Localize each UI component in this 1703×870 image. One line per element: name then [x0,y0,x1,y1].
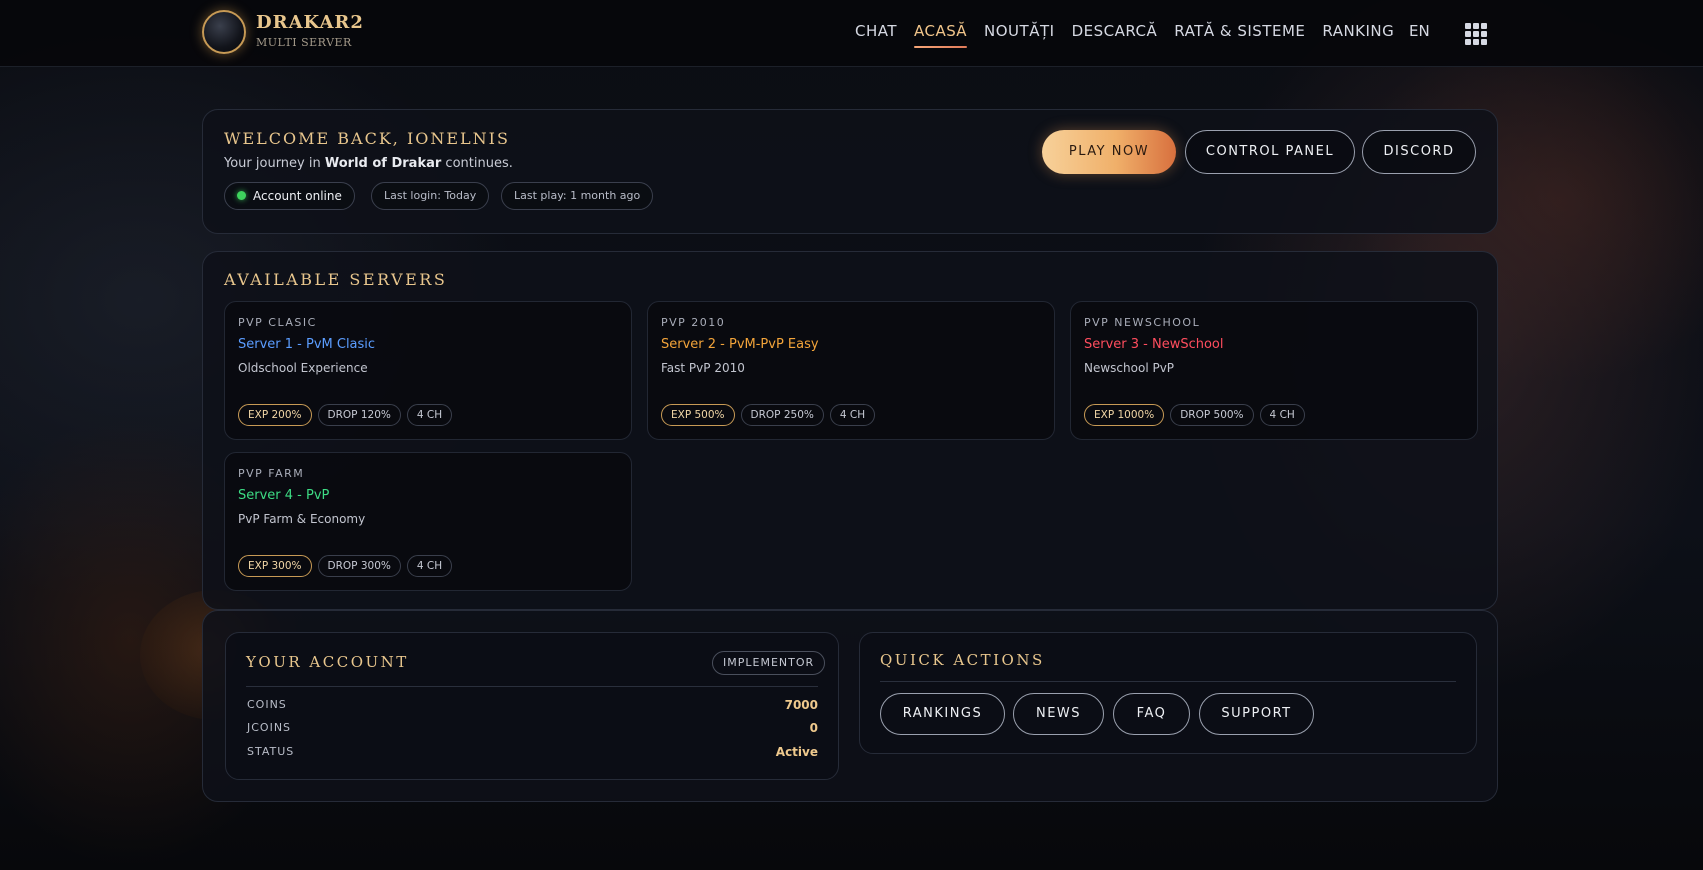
server-name[interactable]: Server 1 - PvM Clasic [238,337,375,352]
discord-button[interactable]: DISCORD [1362,130,1476,174]
quick-actions-title: QUICK ACTIONS [880,651,1045,669]
account-status-chip: Account online [224,182,355,210]
exp-tag: EXP 200% [238,404,312,426]
support-button[interactable]: SUPPORT [1199,693,1314,735]
last-login-chip: Last login: Today [371,182,490,210]
last-play-chip: Last play: 1 month ago [501,182,654,210]
drop-tag: DROP 300% [317,555,401,577]
server-tags: EXP 200% DROP 120% 4 CH [238,404,458,426]
welcome-panel: WELCOME BACK, IONELNIS Your journey in W… [202,109,1498,234]
quick-actions-card: QUICK ACTIONS RANKINGS NEWS FAQ SUPPORT [859,632,1477,754]
server-card[interactable]: PVP FARM Server 4 - PvP PvP Farm & Econo… [224,452,632,591]
server-name[interactable]: Server 2 - PvM-PvP Easy [661,337,819,352]
nav-item-ranking[interactable]: RANKING [1322,22,1394,48]
channels-tag: 4 CH [1259,404,1305,426]
play-now-button[interactable]: PLAY NOW [1042,130,1176,174]
server-card[interactable]: PVP NEWSCHOOL Server 3 - NewSchool Newsc… [1070,301,1478,440]
status-label: STATUS [247,745,295,758]
account-title: YOUR ACCOUNT [246,653,409,671]
control-panel-button[interactable]: CONTROL PANEL [1185,130,1355,174]
server-tags: EXP 1000% DROP 500% 4 CH [1084,404,1311,426]
exp-tag: EXP 300% [238,555,312,577]
role-badge: IMPLEMENTOR [712,651,826,675]
server-tags: EXP 500% DROP 250% 4 CH [661,404,881,426]
brand-title[interactable]: DRAKAR2 [256,12,364,33]
main-nav: CHAT ACASĂ NOUTĂȚI DESCARCĂ RATĂ & SISTE… [855,22,1411,48]
server-type: PVP FARM [238,467,305,480]
server-desc: PvP Farm & Economy [238,512,366,526]
welcome-text-after: continues. [441,156,513,171]
channels-tag: 4 CH [829,404,876,426]
drop-tag: DROP 250% [740,404,824,426]
top-header: DRAKAR2 MULTI SERVER CHAT ACASĂ NOUTĂȚI … [0,0,1703,67]
welcome-text-before: Your journey in [224,156,325,171]
server-card[interactable]: PVP 2010 Server 2 - PvM-PvP Easy Fast Pv… [647,301,1055,440]
server-tags: EXP 300% DROP 300% 4 CH [238,555,458,577]
rankings-button[interactable]: RANKINGS [880,693,1005,735]
exp-tag: EXP 1000% [1084,404,1165,426]
drop-tag: DROP 120% [317,404,401,426]
nav-item-rates-systems[interactable]: RATĂ & SISTEME [1174,22,1305,48]
jcoins-value: 0 [809,721,818,735]
server-type: PVP NEWSCHOOL [1084,316,1201,329]
server-card[interactable]: PVP CLASIC Server 1 - PvM Clasic Oldscho… [224,301,632,440]
news-button[interactable]: NEWS [1013,693,1104,735]
nav-item-news[interactable]: NOUTĂȚI [984,22,1055,48]
server-name[interactable]: Server 4 - PvP [238,488,329,503]
server-name[interactable]: Server 3 - NewSchool [1084,337,1224,352]
servers-panel: AVAILABLE SERVERS PVP CLASIC Server 1 - … [202,251,1498,610]
channels-tag: 4 CH [406,404,453,426]
coins-value: 7000 [784,698,818,712]
server-desc: Oldschool Experience [238,361,368,375]
online-dot-icon [237,191,246,200]
server-desc: Newschool PvP [1084,361,1175,375]
welcome-text: Your journey in World of Drakar continue… [224,156,513,171]
brand-subtitle: MULTI SERVER [256,36,352,49]
bottom-panel: YOUR ACCOUNT IMPLEMENTOR COINS 7000 JCOI… [202,610,1498,802]
servers-title: AVAILABLE SERVERS [224,270,448,289]
nav-item-download[interactable]: DESCARCĂ [1072,22,1158,48]
faq-button[interactable]: FAQ [1113,693,1190,735]
language-selector[interactable]: EN [1409,22,1430,40]
logo-orb-icon[interactable] [202,10,246,54]
drop-tag: DROP 500% [1170,404,1254,426]
nav-item-home[interactable]: ACASĂ [914,22,968,48]
server-desc: Fast PvP 2010 [661,361,745,375]
nav-item-chat[interactable]: CHAT [855,22,897,48]
grid-icon[interactable] [1465,23,1487,45]
welcome-title: WELCOME BACK, IONELNIS [224,129,510,148]
server-type: PVP CLASIC [238,316,317,329]
world-name: World of Drakar [324,156,442,171]
coins-label: COINS [247,698,287,711]
account-card: YOUR ACCOUNT IMPLEMENTOR COINS 7000 JCOI… [225,632,839,780]
jcoins-label: JCOINS [247,721,292,734]
status-value: Active [775,745,818,759]
server-type: PVP 2010 [661,316,726,329]
quick-divider [880,681,1456,682]
channels-tag: 4 CH [406,555,453,577]
account-divider [246,686,818,687]
exp-tag: EXP 500% [661,404,735,426]
account-status-text: Account online [253,189,342,203]
